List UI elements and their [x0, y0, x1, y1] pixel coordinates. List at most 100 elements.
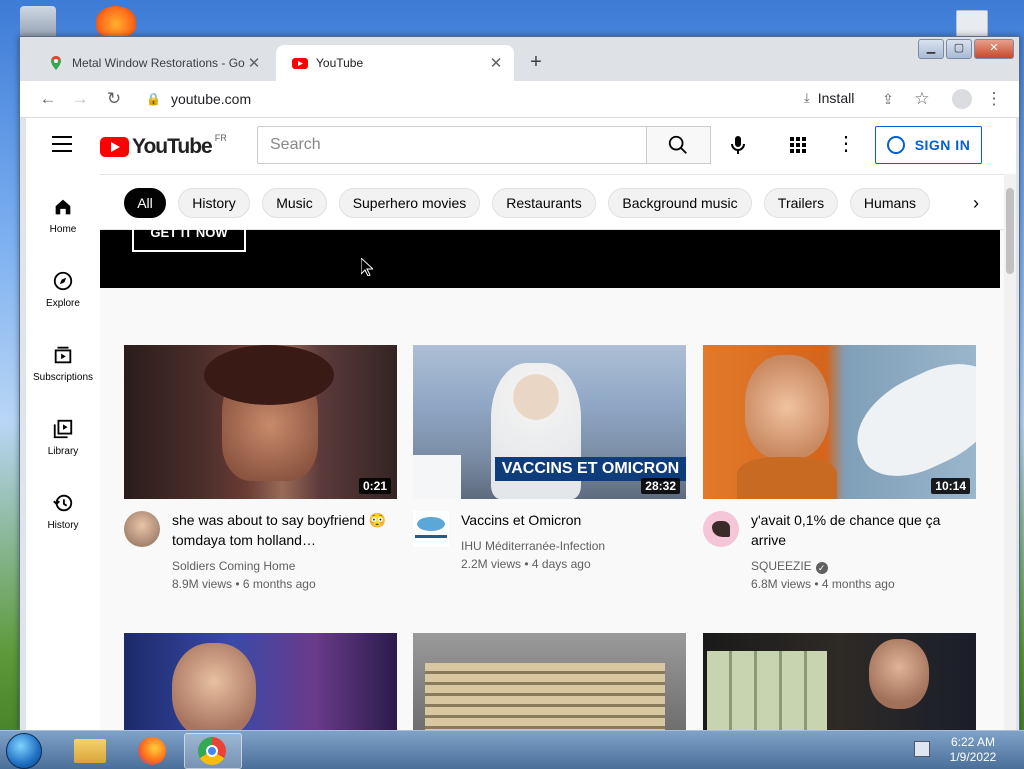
scrollbar-thumb[interactable]: [1006, 188, 1014, 274]
chip-restaurants[interactable]: Restaurants: [492, 188, 596, 218]
guide-item-home[interactable]: Home: [26, 196, 100, 235]
chip-trailers[interactable]: Trailers: [764, 188, 838, 218]
video-card[interactable]: 10:14 y'avait 0,1% de chance que ça arri…: [703, 345, 976, 595]
new-tab-button[interactable]: +: [524, 51, 548, 75]
video-thumbnail[interactable]: VACCINS ET OMICRON 28:32: [413, 345, 686, 499]
guide-label: Explore: [46, 298, 80, 309]
start-button[interactable]: [6, 733, 42, 769]
channel-avatar[interactable]: [124, 511, 160, 547]
channel-avatar[interactable]: [413, 511, 449, 547]
chevron-right-icon[interactable]: ›: [962, 189, 990, 217]
guide-item-history[interactable]: History: [26, 492, 100, 531]
bookmark-star-icon[interactable]: ☆: [910, 87, 934, 111]
youtube-logo[interactable]: YouTube FR: [100, 133, 227, 159]
address-bar[interactable]: 🔒 youtube.com: [138, 85, 788, 113]
video-thumbnail[interactable]: [124, 633, 397, 731]
guide-item-subscriptions[interactable]: Subscriptions: [26, 344, 100, 383]
video-duration: 10:14: [931, 478, 970, 494]
video-views: 8.9M views: [172, 577, 233, 591]
browser-window: Metal Window Restorations - Go ✕ YouTube…: [19, 36, 1020, 732]
video-duration: 28:32: [641, 478, 680, 494]
video-title[interactable]: y'avait 0,1% de chance que ça arrive: [751, 510, 971, 550]
history-clock-icon: [53, 494, 73, 512]
video-thumbnail[interactable]: 10:14: [703, 345, 976, 499]
video-card[interactable]: VACCINS ET OMICRON 28:32 Vaccins et Omic…: [413, 345, 686, 595]
network-tray-icon[interactable]: [914, 741, 930, 757]
close-tab-icon[interactable]: ✕: [488, 54, 504, 72]
maximize-button[interactable]: ▢: [946, 39, 972, 59]
taskbar-chrome-icon[interactable]: [184, 733, 242, 769]
home-icon: [55, 199, 71, 215]
browser-toolbar: ← → ↻ 🔒 youtube.com ⤓ Install ⇪ ☆ ⋮: [20, 81, 1019, 118]
video-age: 4 months ago: [821, 577, 895, 591]
taskbar: 6:22 AM 1/9/2022: [0, 730, 1024, 769]
video-title[interactable]: she was about to say boyfriend 😳 tomdaya…: [172, 510, 392, 550]
system-clock[interactable]: 6:22 AM 1/9/2022: [932, 735, 1014, 765]
taskbar-explorer-icon[interactable]: [64, 733, 116, 767]
chip-background-music[interactable]: Background music: [608, 188, 752, 218]
video-thumbnail[interactable]: 0:21: [124, 345, 397, 499]
guide-label: History: [47, 520, 79, 531]
video-thumbnail[interactable]: [413, 633, 686, 731]
hamburger-menu-icon[interactable]: [52, 136, 72, 152]
search-icon: [668, 135, 687, 154]
channel-name[interactable]: Soldiers Coming Home: [172, 559, 295, 573]
chip-history[interactable]: History: [178, 188, 250, 218]
sign-in-label: SIGN IN: [914, 137, 971, 153]
video-title[interactable]: Vaccins et Omicron: [461, 510, 681, 530]
close-tab-icon[interactable]: ✕: [246, 54, 262, 72]
logo-text: YouTube: [132, 135, 213, 158]
channel-name[interactable]: IHU Méditerranée-Infection: [461, 539, 605, 553]
guide-label: Library: [47, 446, 79, 457]
reload-button[interactable]: ↻: [102, 87, 126, 111]
tab-strip: Metal Window Restorations - Go ✕ YouTube…: [20, 37, 1019, 81]
explore-compass-icon: [53, 271, 73, 291]
tab-title: YouTube: [316, 56, 364, 70]
install-label: Install: [817, 90, 855, 106]
microphone-icon[interactable]: [726, 133, 750, 157]
youtube-header: YouTube FR ⋮ SIGN IN: [26, 118, 1016, 174]
search-button[interactable]: [647, 126, 711, 164]
banner-cta-button[interactable]: GET IT NOW: [132, 224, 246, 252]
share-icon[interactable]: ⇪: [876, 87, 900, 111]
page-scrollbar[interactable]: [1004, 174, 1016, 731]
guide-label: Home: [49, 224, 77, 235]
apps-grid-icon[interactable]: [786, 133, 810, 157]
guide-label: Subscriptions: [32, 372, 94, 383]
taskbar-firefox-icon[interactable]: [126, 733, 178, 767]
browser-menu-icon[interactable]: ⋮: [982, 87, 1006, 111]
video-thumbnail[interactable]: [703, 633, 976, 731]
tab-metal-window-restorations[interactable]: Metal Window Restorations - Go ✕: [32, 45, 272, 81]
profile-avatar-icon[interactable]: [950, 87, 974, 111]
forward-button[interactable]: →: [68, 87, 92, 111]
chip-all[interactable]: All: [124, 188, 166, 218]
sign-in-button[interactable]: SIGN IN: [875, 126, 982, 164]
back-button[interactable]: ←: [36, 87, 60, 111]
more-options-icon[interactable]: ⋮: [834, 133, 858, 157]
account-icon: [886, 136, 905, 154]
video-age: 6 months ago: [242, 577, 316, 591]
video-views: 2.2M views: [461, 557, 522, 571]
chip-superhero-movies[interactable]: Superhero movies: [339, 188, 480, 218]
google-maps-icon: [51, 56, 61, 70]
youtube-page: YouTube FR ⋮ SIGN IN Home Explore: [26, 118, 1016, 731]
clock-date: 1/9/2022: [949, 750, 997, 764]
url-text: youtube.com: [170, 91, 252, 107]
search-input[interactable]: [257, 126, 647, 164]
channel-avatar[interactable]: [703, 511, 739, 547]
ad-banner[interactable]: GET IT NOW: [100, 224, 1000, 288]
minimize-button[interactable]: ▁: [918, 39, 944, 59]
video-card[interactable]: 0:21 she was about to say boyfriend 😳 to…: [124, 345, 397, 595]
install-icon: ⤓: [804, 90, 810, 105]
desktop-file-icon[interactable]: [956, 10, 988, 38]
firefox-desktop-icon[interactable]: [96, 6, 136, 36]
install-button[interactable]: ⤓ Install: [804, 90, 854, 106]
chip-humans[interactable]: Humans: [850, 188, 930, 218]
tab-youtube[interactable]: YouTube ✕: [276, 45, 514, 81]
guide-item-library[interactable]: Library: [26, 418, 100, 457]
youtube-play-icon: [100, 137, 129, 157]
close-window-button[interactable]: ✕: [974, 39, 1014, 59]
chip-music[interactable]: Music: [262, 188, 327, 218]
channel-name[interactable]: SQUEEZIE ✓: [751, 559, 828, 574]
guide-item-explore[interactable]: Explore: [26, 270, 100, 309]
